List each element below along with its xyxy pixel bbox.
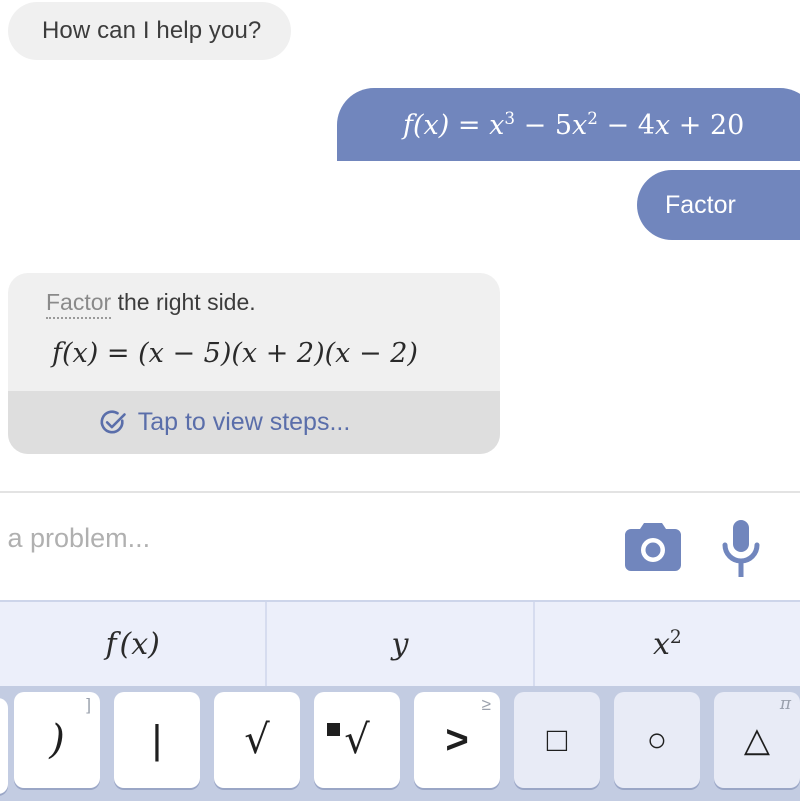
- problem-input-placeholder[interactable]: er a problem...: [0, 523, 150, 554]
- eq-term1-base: x: [489, 110, 505, 141]
- message-bubble-user-command: Factor: [637, 170, 800, 240]
- eq-op2: −: [606, 110, 630, 141]
- eq-term2-coef: 5: [554, 110, 572, 141]
- key-close-paren[interactable]: ) ]: [14, 692, 100, 788]
- answer-body: Factor the right side. f(x) = (x − 5)(x …: [8, 273, 500, 391]
- suggestion-key-x-squared-label: x2: [652, 626, 682, 662]
- chat-transcript: How can I help you? f(x) = x3 − 5x2 − 4x…: [0, 0, 800, 492]
- message-bubble-user-equation: f(x) = x3 − 5x2 − 4x + 20: [337, 88, 800, 161]
- message-bubble-answer: Factor the right side. f(x) = (x − 5)(x …: [8, 273, 500, 454]
- key-nth-root-label: √: [327, 720, 370, 760]
- suggestion-key-x-squared[interactable]: x2: [535, 602, 800, 686]
- answer-instruction: Factor the right side.: [46, 289, 500, 319]
- eq-term3-coef: 4: [637, 110, 655, 141]
- eq-term3-base: x: [654, 110, 671, 141]
- eq-op1: −: [523, 110, 547, 141]
- nth-root-index-box: [327, 723, 341, 736]
- message-bubble-greeting: How can I help you?: [8, 2, 292, 60]
- check-circle-icon: [100, 409, 126, 433]
- greeting-text: How can I help you?: [42, 17, 262, 44]
- suggestion-key-y-label: y: [391, 626, 409, 662]
- key-close-paren-label: ): [49, 717, 65, 763]
- key-absolute-value-bar[interactable]: |: [114, 692, 200, 788]
- eq-term1-exp: 3: [504, 108, 515, 128]
- key-triangle-shape-label: △: [743, 721, 771, 759]
- key-square-shape-label: □: [546, 721, 568, 759]
- key-partial-offscreen[interactable]: [0, 698, 8, 794]
- key-nth-root[interactable]: √: [314, 692, 400, 788]
- key-triangle-shape-hint: π: [779, 694, 791, 714]
- key-absolute-value-bar-label: |: [151, 718, 163, 762]
- eq-term2-exp: 2: [587, 108, 598, 128]
- suggestion-key-fx[interactable]: f(x)f (x): [0, 602, 268, 686]
- math-keyboard: ) ] | √ √ > ≥ □ ○ △ π: [0, 686, 800, 801]
- eq-fx: f: [403, 110, 413, 141]
- result-equals: =: [106, 338, 130, 369]
- result-lhs-arg: (x): [62, 338, 99, 369]
- view-steps-button[interactable]: Tap to view steps...: [8, 391, 500, 454]
- result-factor-3: (x − 2): [324, 338, 418, 369]
- suggestion-row: f(x)f (x) y x2: [0, 600, 800, 686]
- eq-term4: 20: [709, 110, 745, 141]
- result-factor-1: (x − 5): [138, 338, 232, 369]
- key-square-shape[interactable]: □: [514, 692, 600, 788]
- key-close-paren-hint: ]: [86, 695, 91, 714]
- key-greater-than[interactable]: > ≥: [414, 692, 500, 788]
- eq-term2-base: x: [572, 110, 588, 141]
- user-command-text: Factor: [665, 190, 736, 219]
- suggestion-key-y[interactable]: y: [267, 602, 535, 686]
- key-triangle-shape[interactable]: △ π: [714, 692, 800, 788]
- answer-result-math: f(x) = (x − 5)(x + 2)(x − 2): [52, 338, 500, 369]
- mic-icon[interactable]: [718, 518, 764, 580]
- suggestion-key-fx-label: f(x)f (x): [105, 626, 160, 662]
- key-greater-than-hint-2: ≥: [481, 695, 491, 714]
- user-equation-math: f(x) = x3 − 5x2 − 4x + 20: [403, 108, 744, 141]
- result-factor-2: (x + 2): [231, 338, 325, 369]
- answer-instruction-rest: the right side.: [111, 289, 256, 315]
- camera-icon[interactable]: [621, 521, 685, 577]
- key-square-root[interactable]: √: [214, 692, 300, 788]
- eq-equals: =: [457, 110, 481, 141]
- glossary-term-link[interactable]: Factor: [46, 289, 112, 319]
- key-circle-shape[interactable]: ○: [614, 692, 700, 788]
- keyboard-row: ) ] | √ √ > ≥ □ ○ △ π: [0, 692, 800, 794]
- key-circle-shape-label: ○: [646, 721, 668, 759]
- key-greater-than-label: >: [445, 718, 469, 762]
- result-lhs: f: [52, 338, 62, 369]
- key-square-root-label: √: [244, 717, 270, 763]
- view-steps-label: Tap to view steps...: [137, 408, 351, 436]
- eq-op3: +: [678, 110, 702, 141]
- eq-arg: (x): [413, 110, 450, 141]
